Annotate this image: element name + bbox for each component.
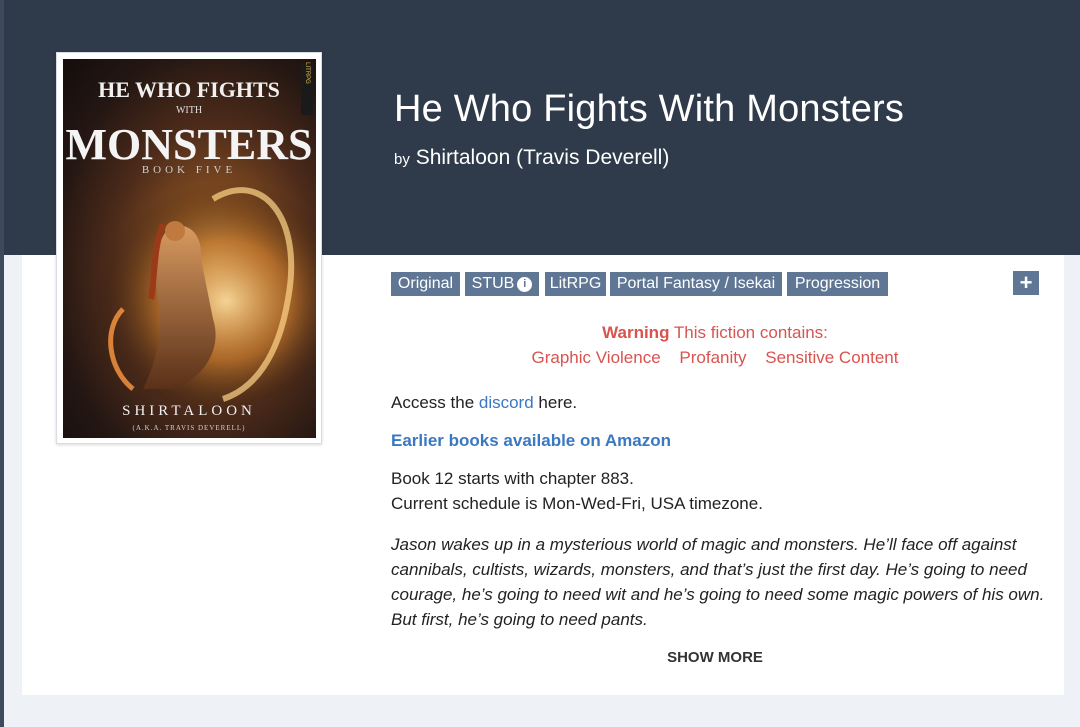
info-icon[interactable]: i xyxy=(517,277,533,292)
synopsis: Jason wakes up in a mysterious world of … xyxy=(391,535,1045,629)
book12-note: Book 12 starts with chapter 883. xyxy=(391,469,634,488)
tag-litrpg[interactable]: LitRPG xyxy=(545,272,606,296)
by-label: by xyxy=(394,151,410,168)
cover-line3: MONSTERS xyxy=(66,120,313,169)
amazon-link[interactable]: Earlier books available on Amazon xyxy=(391,431,671,451)
tag-label: LitRPG xyxy=(549,275,602,292)
warning-item: Sensitive Content xyxy=(765,348,899,367)
cover-line1: HE WHO FIGHTS xyxy=(98,77,280,102)
warning-item: Graphic Violence xyxy=(531,348,661,367)
cover-badge: LITRPG xyxy=(304,62,310,84)
warning-text: This fiction contains: xyxy=(673,323,828,342)
cover-art: HE WHO FIGHTS WITH MONSTERS BOOK FIVE LI… xyxy=(63,59,316,438)
cover-line2: WITH xyxy=(176,105,202,116)
content-warning: Warning This fiction contains: xyxy=(390,323,1040,343)
tag-label: STUB xyxy=(471,275,515,292)
tag-progression[interactable]: Progression xyxy=(787,272,888,296)
tag-original[interactable]: Original xyxy=(391,272,460,296)
cover-author: SHIRTALOON xyxy=(122,403,256,419)
discord-link[interactable]: discord xyxy=(479,393,534,412)
schedule-note: Current schedule is Mon-Wed-Fri, USA tim… xyxy=(391,494,763,513)
warning-item: Profanity xyxy=(679,348,747,367)
tag-portal-fantasy[interactable]: Portal Fantasy / Isekai xyxy=(610,272,782,296)
fiction-title: He Who Fights With Monsters xyxy=(394,88,905,130)
discord-suffix: here. xyxy=(533,393,578,412)
tag-label: Progression xyxy=(794,275,881,292)
cover-image[interactable]: HE WHO FIGHTS WITH MONSTERS BOOK FIVE LI… xyxy=(63,59,316,438)
discord-prefix: Access the xyxy=(391,393,479,412)
tag-label: Portal Fantasy / Isekai xyxy=(616,275,776,292)
cover-line4: BOOK FIVE xyxy=(142,164,236,176)
tag-label: Original xyxy=(397,275,454,292)
show-more-button[interactable]: SHOW MORE xyxy=(600,649,830,666)
more-tags-button[interactable]: + xyxy=(1013,271,1039,295)
warning-label: Warning xyxy=(602,323,670,342)
byline: by Shirtaloon (Travis Deverell) xyxy=(394,146,669,170)
cover-frame: HE WHO FIGHTS WITH MONSTERS BOOK FIVE LI… xyxy=(56,52,322,444)
tag-stub[interactable]: STUB i xyxy=(465,272,539,296)
cover-aka: (A.K.A. TRAVIS DEVERELL) xyxy=(133,424,246,432)
author-link[interactable]: Shirtaloon (Travis Deverell) xyxy=(416,146,670,169)
warning-list: Graphic Violence Profanity Sensitive Con… xyxy=(390,348,1040,368)
discord-line: Access the discord here. xyxy=(391,393,577,413)
